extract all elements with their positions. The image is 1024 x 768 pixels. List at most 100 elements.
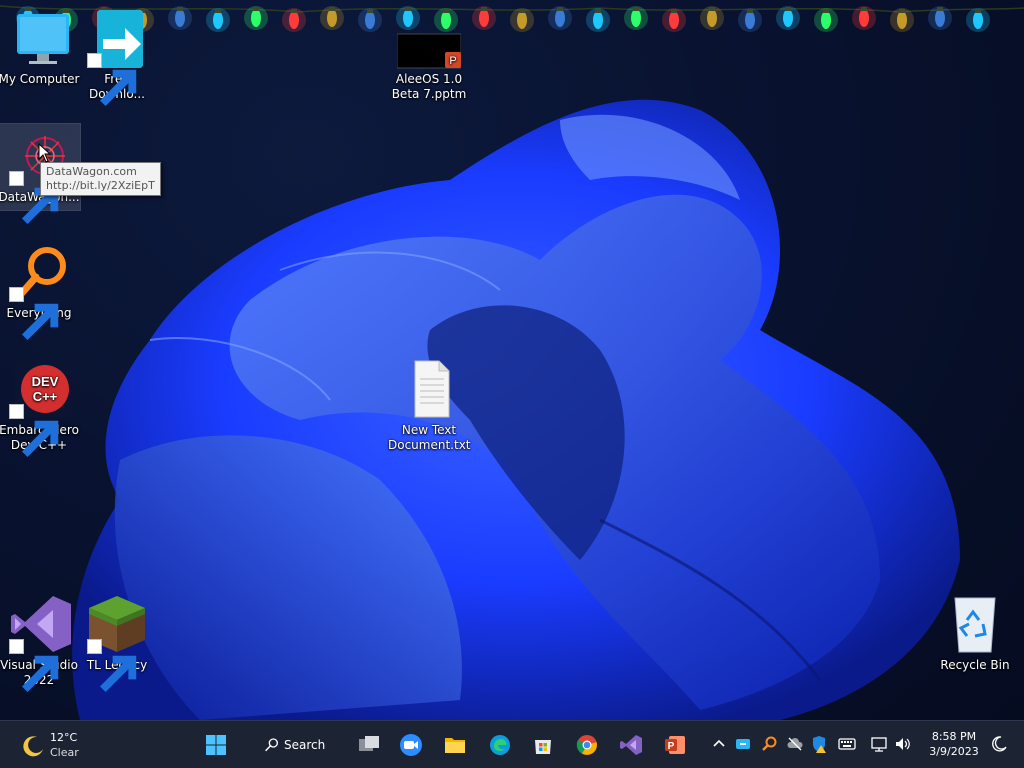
light-bulb	[669, 11, 679, 29]
light-bulb	[517, 11, 527, 29]
text-file-icon	[414, 360, 450, 418]
shield-warning-icon	[813, 736, 826, 753]
clock-time: 8:58 PM	[931, 730, 977, 743]
taskbar-app-file-explorer[interactable]	[440, 730, 470, 760]
taskbar-app-visual-studio[interactable]	[616, 730, 646, 760]
tooltip-title: DataWagon.com	[46, 165, 137, 178]
shortcut-arrow-icon	[87, 639, 137, 693]
light-bulb-cap	[557, 7, 563, 11]
svg-text:P: P	[668, 741, 675, 752]
clock-date: 3/9/2023	[929, 745, 979, 758]
light-bulb-cap	[861, 7, 867, 11]
light-bulb	[251, 9, 261, 27]
network-share-icon	[736, 739, 750, 749]
speaker-icon	[896, 738, 910, 750]
light-bulb-cap	[671, 9, 677, 13]
light-bulb	[745, 11, 755, 29]
light-bulb	[327, 9, 337, 27]
light-bulb-cap	[367, 9, 373, 13]
tray-onedrive[interactable]	[786, 735, 806, 755]
light-bulb	[289, 11, 299, 29]
light-bulb	[213, 11, 223, 29]
search-button[interactable]: Search	[258, 730, 338, 760]
zoom-icon	[400, 734, 422, 756]
desktop-icon-my-computer[interactable]: My Computer	[0, 6, 80, 87]
light-bulb-cap	[785, 7, 791, 11]
light-bulb	[973, 11, 983, 29]
visual-studio-icon	[620, 735, 642, 755]
network-icon	[871, 737, 887, 752]
moon-focus-icon	[992, 736, 1007, 752]
light-bulb-cap	[519, 9, 525, 13]
weather-widget[interactable]: 12°C Clear	[20, 729, 90, 761]
desktop-icon-new-text-document[interactable]: New Text Document.txt	[388, 357, 471, 453]
desktop-icon-dev-cpp[interactable]: DEV C++ Embarcadero Dev-C++	[0, 357, 80, 458]
light-bulb-cap	[899, 9, 905, 13]
store-icon	[535, 740, 551, 754]
light-bulb	[479, 9, 489, 27]
tray-keyboard[interactable]	[838, 735, 858, 755]
light-bulb	[555, 9, 565, 27]
search-label: Search	[284, 738, 326, 752]
taskbar-app-store[interactable]	[528, 730, 558, 760]
desktop-icon-everything[interactable]: Everything	[0, 240, 80, 341]
chevron-up-icon	[713, 739, 725, 747]
light-bulb	[707, 9, 717, 27]
tray-network[interactable]	[870, 735, 890, 755]
shortcut-arrow-icon	[9, 404, 59, 458]
light-bulb-cap	[595, 9, 601, 13]
clock[interactable]: 8:58 PM 3/9/2023	[920, 729, 988, 759]
shortcut-arrow-icon	[87, 53, 137, 107]
shortcut-arrow-icon	[9, 639, 59, 693]
desktop-icon-label: Recycle Bin	[940, 658, 1010, 672]
tray-everything[interactable]	[760, 735, 780, 755]
light-bulb-cap	[291, 9, 297, 13]
file-explorer-icon	[445, 738, 465, 753]
mouse-cursor-icon	[38, 143, 52, 163]
taskbar-app-edge[interactable]	[485, 730, 515, 760]
weather-temp: 12°C	[50, 731, 78, 744]
tooltip: DataWagon.com http://bit.ly/2XziEpT	[40, 162, 161, 196]
desktop-icon-label: New Text Document.txt	[388, 423, 471, 452]
weather-condition: Clear	[50, 746, 79, 759]
svg-text:P: P	[449, 55, 456, 67]
light-bulb-cap	[747, 9, 753, 13]
powerpoint-file-icon: P	[397, 33, 461, 69]
light-bulb-cap	[329, 7, 335, 11]
recycle-bin-icon	[954, 597, 996, 653]
light-bulb	[631, 9, 641, 27]
edge-icon	[490, 735, 510, 755]
light-bulb-cap	[253, 7, 259, 11]
keyboard-icon	[838, 738, 856, 750]
light-bulb	[783, 9, 793, 27]
desktop[interactable]: My Computer Free Downlo... P AleeOS 1.0 …	[0, 0, 1024, 720]
desktop-icon-label: My Computer	[0, 72, 80, 86]
taskbar-app-powerpoint[interactable]: P	[660, 730, 690, 760]
desktop-icon-visual-studio[interactable]: Visual Studio 2022	[0, 592, 80, 693]
svg-text:DEV: DEV	[32, 374, 59, 389]
svg-text:C++: C++	[33, 389, 58, 404]
focus-assist-button[interactable]	[990, 735, 1010, 755]
taskbar-app-zoom[interactable]	[396, 730, 426, 760]
desktop-icon-tl-legacy[interactable]: TL Legacy	[76, 592, 158, 693]
tray-volume[interactable]	[894, 735, 914, 755]
tray-overflow-button[interactable]	[710, 735, 730, 755]
light-bulb	[859, 9, 869, 27]
light-bulb	[897, 11, 907, 29]
taskbar: 12°C Clear Search P 8:58 PM 3/9/2023	[0, 720, 1024, 768]
everything-search-icon	[762, 736, 777, 751]
start-button[interactable]	[201, 730, 231, 760]
desktop-icon-free-download[interactable]: Free Downlo...	[76, 6, 158, 107]
light-bulb-cap	[937, 7, 943, 11]
tray-app[interactable]	[734, 735, 754, 755]
start-icon	[206, 735, 226, 755]
taskbar-app-chrome[interactable]	[572, 730, 602, 760]
light-bulb	[593, 11, 603, 29]
desktop-icon-aleeos-pptm[interactable]: P AleeOS 1.0 Beta 7.pptm	[388, 6, 470, 102]
desktop-icon-recycle-bin[interactable]: Recycle Bin	[934, 592, 1016, 673]
powerpoint-icon: P	[665, 736, 685, 754]
tray-security[interactable]	[810, 735, 830, 755]
light-bulb-cap	[177, 7, 183, 11]
moon-icon	[23, 736, 43, 757]
task-view-button[interactable]	[354, 730, 384, 760]
